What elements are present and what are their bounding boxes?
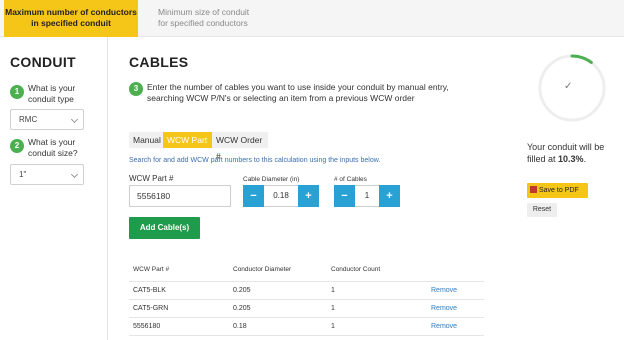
row-diameter: 0.18 bbox=[233, 323, 247, 330]
tab-min-conduit-size[interactable]: Minimum size of conduit for specified co… bbox=[146, 0, 264, 37]
save-to-pdf-label: Save to PDF bbox=[539, 187, 579, 194]
tab-wcw-part[interactable]: WCW Part # bbox=[163, 132, 212, 161]
fill-percent: 10.3% bbox=[558, 154, 584, 164]
row-part: 5556180 bbox=[133, 323, 161, 330]
conduit-type-value: RMC bbox=[19, 115, 38, 124]
pdf-icon bbox=[530, 186, 537, 193]
row-part: CAT5-BLK bbox=[133, 287, 166, 294]
row-count: 1 bbox=[331, 305, 335, 312]
col-header-part: WCW Part # bbox=[133, 266, 170, 273]
count-field-label: # of Cables bbox=[334, 176, 367, 183]
part-field-label: WCW Part # bbox=[129, 174, 174, 183]
chevron-down-icon bbox=[70, 170, 79, 179]
tab-max-conductors-line1: Maximum number of conductors bbox=[5, 7, 137, 17]
add-cables-button[interactable]: Add Cable(s) bbox=[129, 217, 200, 239]
chevron-down-icon bbox=[70, 115, 79, 124]
conduit-panel: CONDUIT 1 What is your conduit type RMC … bbox=[0, 37, 108, 340]
table-row: CAT5-GRN 0.205 1 Remove bbox=[129, 300, 484, 318]
row-count: 1 bbox=[331, 323, 335, 330]
tab-wcw-order[interactable]: WCW Order # bbox=[212, 132, 268, 161]
row-part: CAT5-GRN bbox=[133, 305, 169, 312]
step-3-badge: 3 bbox=[129, 82, 143, 96]
cables-heading: CABLES bbox=[129, 54, 189, 70]
remove-link[interactable]: Remove bbox=[431, 287, 457, 294]
search-hint: Search for and add WCW part numbers to t… bbox=[129, 157, 381, 164]
row-diameter: 0.205 bbox=[233, 305, 251, 312]
step-1-line2: conduit type bbox=[28, 94, 74, 104]
step-2-label: What is your conduit size? bbox=[28, 137, 78, 159]
remove-link[interactable]: Remove bbox=[431, 323, 457, 330]
diameter-field-label: Cable Diameter (in) bbox=[243, 176, 300, 183]
step-2-badge: 2 bbox=[10, 139, 24, 153]
count-increment-button[interactable]: + bbox=[379, 185, 400, 207]
step-1-label: What is your conduit type bbox=[28, 83, 75, 105]
fill-suffix: . bbox=[583, 154, 587, 164]
fill-result-line1: Your conduit will be bbox=[527, 142, 605, 152]
col-header-count: Conductor Count bbox=[331, 266, 381, 273]
row-count: 1 bbox=[331, 287, 335, 294]
row-diameter: 0.205 bbox=[233, 287, 251, 294]
conduit-size-value: 1" bbox=[19, 170, 27, 179]
col-header-diameter: Conductor Diameter bbox=[233, 266, 292, 273]
count-input[interactable]: 1 bbox=[355, 185, 379, 207]
step-1-badge: 1 bbox=[10, 85, 24, 99]
tab-max-conductors[interactable]: Maximum number of conductors in specifie… bbox=[4, 0, 138, 37]
count-decrement-button[interactable]: − bbox=[334, 185, 355, 207]
diameter-increment-button[interactable]: + bbox=[298, 185, 319, 207]
fill-result-line2: filled at 10.3%. bbox=[527, 153, 619, 165]
save-to-pdf-button[interactable]: Save to PDF bbox=[527, 183, 588, 198]
conduit-size-select[interactable]: 1" bbox=[10, 164, 84, 185]
step-2-line1: What is your bbox=[28, 137, 76, 147]
tab-max-conductors-line2: in specified conduit bbox=[31, 18, 111, 28]
remove-link[interactable]: Remove bbox=[431, 305, 457, 312]
table-row: CAT5-BLK 0.205 1 Remove bbox=[129, 282, 484, 300]
table-row: 5556180 0.18 1 Remove bbox=[129, 318, 484, 336]
diameter-input[interactable]: 0.18 bbox=[264, 185, 298, 207]
tab-min-conduit-line2: for specified conductors bbox=[158, 18, 248, 28]
tab-manual[interactable]: Manual bbox=[129, 132, 163, 148]
calculator-tab-bar: Maximum number of conductors in specifie… bbox=[0, 0, 624, 37]
check-icon: ✓ bbox=[564, 81, 573, 92]
step-1-line1: What is your bbox=[28, 83, 76, 93]
step-3-instructions: Enter the number of cables you want to u… bbox=[147, 82, 449, 103]
diameter-decrement-button[interactable]: − bbox=[243, 185, 264, 207]
conduit-type-select[interactable]: RMC bbox=[10, 109, 84, 130]
reset-button[interactable]: Reset bbox=[527, 203, 557, 217]
step-2-line2: conduit size? bbox=[28, 148, 78, 158]
fill-result-text: Your conduit will be filled at 10.3%. bbox=[527, 141, 619, 165]
part-number-input[interactable]: 5556180 bbox=[129, 185, 231, 207]
tab-min-conduit-line1: Minimum size of conduit bbox=[158, 7, 250, 17]
conduit-heading: CONDUIT bbox=[10, 54, 76, 70]
fill-prefix: filled at bbox=[527, 154, 559, 164]
